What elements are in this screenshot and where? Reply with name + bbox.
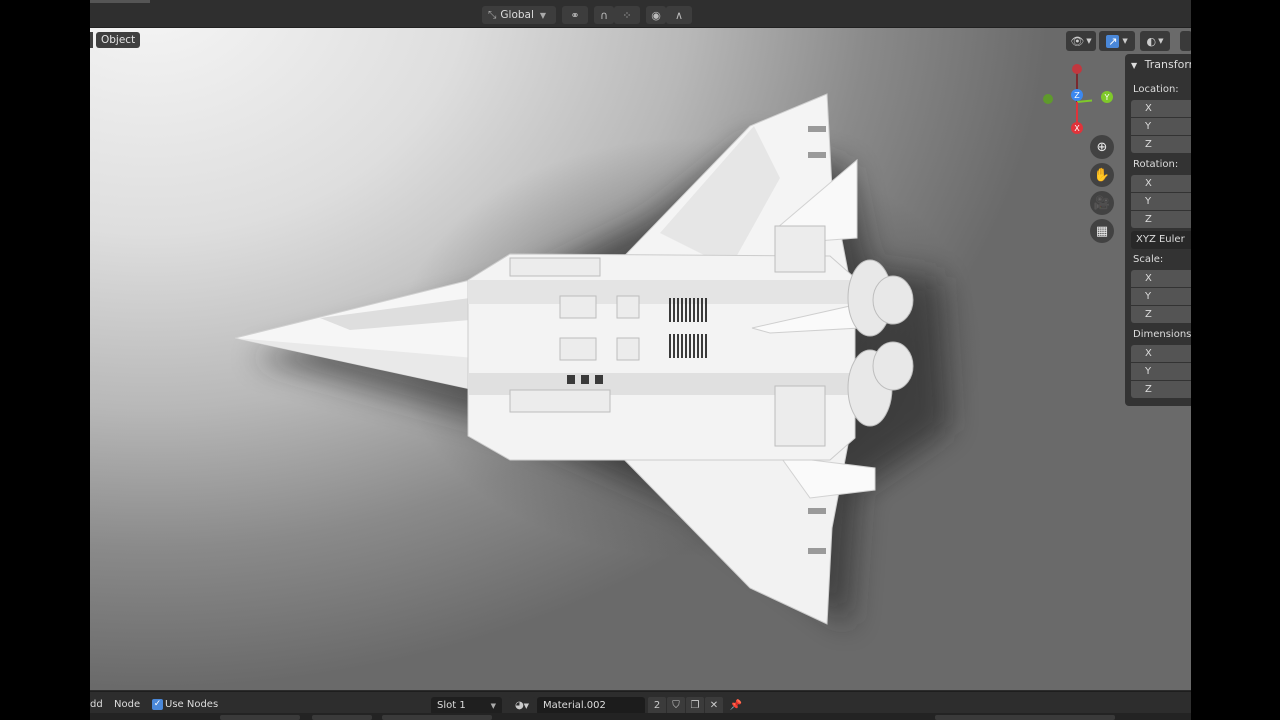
location-x-field[interactable]: X [1131,100,1191,117]
strip-seg-2 [312,715,372,720]
gizmo-y-axis[interactable]: Y [1097,87,1117,107]
ortho-toggle-button[interactable]: ▦ [1090,219,1114,243]
slot-value: Slot 1 [437,700,466,711]
dimensions-y-field[interactable]: Y [1131,363,1191,380]
close-icon: ✕ [709,700,719,711]
link-icon: ⚭ [570,8,580,22]
snap-toggle-button[interactable]: ∩ [594,6,614,24]
dimensions-label: Dimensions: [1133,329,1191,340]
scale-y-axis: Y [1145,291,1152,302]
zoom-icon: ⊕ [1096,139,1108,155]
chevron-down-icon: ▼ [539,10,547,20]
strip-seg-3 [382,715,492,720]
orientation-icon: ⤡ [488,8,497,21]
location-y-axis: Y [1145,121,1152,132]
dimensions-y-axis: Y [1145,366,1152,377]
rotation-z-axis: Z [1145,214,1152,225]
use-nodes-label: Use Nodes [165,699,219,710]
letterbox-right [1191,0,1280,720]
chevron-down-icon: ▼ [1158,37,1164,45]
location-z-axis: Z [1145,139,1152,150]
dimensions-z-field[interactable]: Z [1131,381,1191,398]
duplicate-icon: ❐ [690,700,700,711]
scale-x-axis: X [1145,273,1152,284]
header-tab-stub [90,0,150,3]
spaceship-render [234,93,950,628]
gizmo-neg-y-dot [1043,94,1053,104]
chevron-down-icon: ▼ [1122,37,1128,45]
material-sphere-icon: ◕ [514,700,524,711]
pin-icon: 📌 [729,700,743,711]
snap-target-dropdown[interactable]: ⁘ [614,6,640,24]
location-x-axis: X [1145,103,1152,114]
strip-seg-4 [935,715,1115,720]
dimensions-x-axis: X [1145,348,1152,359]
viewport-header: ⤡ Global ▼ ⚭ ∩ ⁘ ◉ ∧ [90,0,1191,28]
location-z-field[interactable]: Z [1131,136,1191,153]
gizmo-x-label: X [1074,124,1080,133]
scale-label: Scale: [1133,254,1164,265]
scale-z-field[interactable]: Z [1131,306,1191,323]
gizmo-z-label: Z [1074,91,1080,100]
letterbox-left [0,0,90,720]
zoom-button[interactable]: ⊕ [1090,135,1114,159]
rotation-label: Rotation: [1133,159,1179,170]
rotation-x-field[interactable]: X [1131,175,1191,192]
chevron-down-icon: ▼ [1086,37,1092,45]
pan-hand-icon: ✋ [1093,167,1111,183]
gizmo-neg-x-dot [1072,64,1082,74]
3d-viewport[interactable]: Object 👁 ▼ ↗ ▼ ◐ ▼ X Z Y ⊕ ✋ 🎥 ▦ ▼ Trans… [90,28,1191,690]
sidebar-transform-panel: ▼ Transform Location: X Y Z Rotation: X … [1125,54,1191,406]
gizmo-icon: ↗ [1106,34,1120,48]
scale-y-field[interactable]: Y [1131,288,1191,305]
scale-x-field[interactable]: X [1131,270,1191,287]
shading-button[interactable] [1180,31,1191,51]
camera-view-button[interactable]: 🎥 [1090,191,1114,215]
pivot-link-button[interactable]: ⚭ [562,6,588,24]
transform-orientation-dropdown[interactable]: ⤡ Global ▼ [482,6,556,24]
blender-window: ⤡ Global ▼ ⚭ ∩ ⁘ ◉ ∧ Object 👁 ▼ ↗ ▼ ◐ ▼ … [90,0,1191,720]
location-label: Location: [1133,84,1179,95]
proportional-edit-icon: ◉ [651,8,661,22]
rotation-z-field[interactable]: Z [1131,211,1191,228]
rotation-y-field[interactable]: Y [1131,193,1191,210]
pan-button[interactable]: ✋ [1090,163,1114,187]
falloff-curve-icon: ∧ [674,8,684,22]
strip-seg-1 [220,715,300,720]
gizmo-toggle[interactable]: ↗ ▼ [1099,31,1135,51]
scale-z-axis: Z [1145,309,1152,320]
node-editor-strip [90,713,1191,720]
rotation-x-axis: X [1145,178,1152,189]
overlays-icon: ◐ [1146,34,1157,48]
transform-orientation-value: Global [500,9,534,21]
proportional-edit-button[interactable]: ◉ [646,6,666,24]
camera-icon: 🎥 [1093,195,1111,211]
fuselage-stripe-top [468,280,853,304]
rotation-y-axis: Y [1145,196,1152,207]
dimensions-x-field[interactable]: X [1131,345,1191,362]
grid-ortho-icon: ▦ [1095,223,1109,239]
gizmo-y-label: Y [1104,93,1110,102]
chevron-down-icon: ▼ [523,702,530,710]
use-nodes-checkbox[interactable]: ✓ [152,699,163,710]
visibility-dropdown[interactable]: 👁 ▼ [1066,31,1096,51]
collapse-arrow-icon: ▼ [1131,61,1138,70]
navigation-gizmo[interactable]: X Z [1032,62,1092,142]
rotation-mode-dropdown[interactable]: XYZ Euler [1131,231,1191,249]
transform-panel-title: Transform [1144,58,1191,71]
node-menu[interactable]: Node [114,699,140,710]
snap-grid-icon: ⁘ [622,8,632,22]
snap-magnet-icon: ∩ [599,8,609,22]
overlays-dropdown[interactable]: ◐ ▼ [1140,31,1170,51]
location-y-field[interactable]: Y [1131,118,1191,135]
checkmark-icon: ✓ [153,699,162,709]
add-menu[interactable]: dd [90,699,103,710]
shield-icon: ⛉ [672,700,680,711]
falloff-dropdown[interactable]: ∧ [666,6,692,24]
eye-icon: 👁 [1070,34,1085,48]
dimensions-z-axis: Z [1145,384,1152,395]
transform-panel-header[interactable]: ▼ Transform [1131,58,1191,71]
